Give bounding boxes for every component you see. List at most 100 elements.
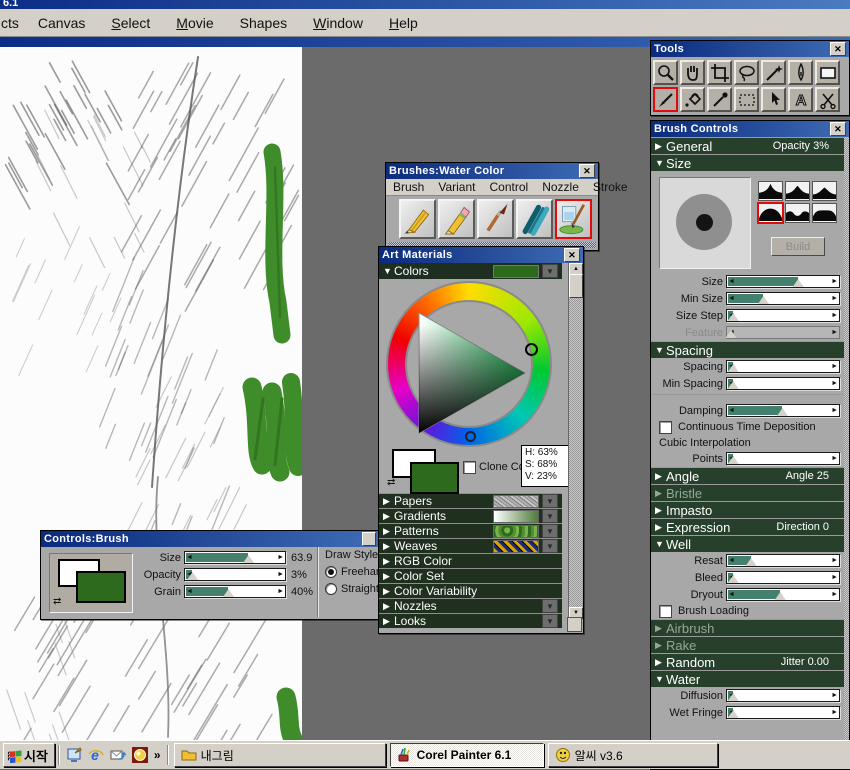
slider-track[interactable]: ◄►	[726, 377, 840, 390]
art-materials-scrollbar[interactable]: ▲ ▼	[568, 263, 582, 619]
slider-track[interactable]: ◄►	[726, 275, 840, 288]
menu-item-shapes[interactable]: Shapes	[227, 15, 300, 31]
crop-tool[interactable]	[707, 60, 732, 85]
swap-colors-icon[interactable]: ⇄	[387, 477, 395, 488]
slider-right-arrow-icon[interactable]: ►	[831, 378, 838, 389]
slider-left-arrow-icon[interactable]: ◄	[728, 276, 735, 287]
scissors-tool[interactable]	[815, 87, 840, 112]
slider-track[interactable]: ◄►	[726, 326, 840, 339]
section-random[interactable]: ▶RandomJitter 0.00	[651, 653, 849, 670]
section-rake[interactable]: ▶Rake	[651, 636, 849, 653]
slider-track[interactable]: ◄►	[726, 588, 840, 601]
section-bristle[interactable]: ▶Bristle	[651, 484, 849, 501]
rect-shape-tool[interactable]	[815, 60, 840, 85]
section-angle[interactable]: ▶AngleAngle 25	[651, 467, 849, 484]
slider-right-arrow-icon[interactable]: ►	[831, 555, 838, 566]
rect-select-tool[interactable]	[734, 87, 759, 112]
radio-button[interactable]	[325, 566, 337, 578]
section-general[interactable]: ▶GeneralOpacity 3%	[651, 137, 849, 154]
close-icon[interactable]: ✕	[830, 122, 846, 136]
checkbox-brush-loading[interactable]: Brush Loading	[651, 603, 849, 619]
radio-button[interactable]	[325, 583, 337, 595]
slider-right-arrow-icon[interactable]: ►	[277, 569, 284, 580]
taskbar-button-2[interactable]: Corel Painter 6.1	[390, 743, 544, 767]
section-weaves[interactable]: ▶Weaves▼	[379, 538, 562, 553]
grabber-tool[interactable]	[680, 60, 705, 85]
brush-controls-titlebar[interactable]: Brush Controls ✕	[651, 121, 849, 137]
slider-left-arrow-icon[interactable]: ◄	[728, 293, 735, 304]
tip-profile-dome[interactable]	[758, 203, 783, 223]
hue-marker[interactable]	[525, 343, 538, 356]
slider-track[interactable]: ◄►	[726, 571, 840, 584]
swap-colors-icon[interactable]: ⇄	[53, 596, 61, 607]
shape-select-tool[interactable]	[761, 87, 786, 112]
sv-marker[interactable]	[465, 431, 476, 442]
section-spacing[interactable]: ▼Spacing	[651, 341, 849, 358]
chevron-down-icon[interactable]: ▼	[542, 494, 558, 508]
brush-controls-scrollbar[interactable]	[844, 137, 849, 769]
menu-item-window[interactable]: Window	[300, 15, 376, 31]
slider-track[interactable]: ◄►	[726, 404, 840, 417]
chevron-more-icon[interactable]: »	[154, 748, 161, 762]
controls-brush-titlebar[interactable]: Controls:Brush	[41, 531, 379, 547]
dropper-tool[interactable]	[707, 87, 732, 112]
sv-triangle[interactable]	[413, 309, 531, 437]
tip-profile-flat-top[interactable]	[812, 203, 837, 223]
brush-tool[interactable]	[653, 87, 678, 112]
quill-pen-tool[interactable]	[788, 60, 813, 85]
slider-right-arrow-icon[interactable]: ►	[831, 589, 838, 600]
slider-left-arrow-icon[interactable]: ◄	[186, 586, 193, 597]
close-icon[interactable]: ✕	[579, 164, 595, 178]
brushes-menu-control[interactable]: Control	[483, 180, 536, 194]
tip-profile-peak-medium[interactable]	[785, 181, 810, 201]
menu-item-help[interactable]: Help	[376, 15, 431, 31]
tip-profile-peak-narrow[interactable]	[758, 181, 783, 201]
checkbox-continuous-time-deposition[interactable]: Continuous Time Deposition	[651, 419, 849, 435]
slider-track[interactable]: ◄►	[726, 360, 840, 373]
slider-right-arrow-icon[interactable]: ►	[831, 361, 838, 372]
pen-tool[interactable]	[761, 60, 786, 85]
slider-right-arrow-icon[interactable]: ►	[831, 293, 838, 304]
slider-track[interactable]: ◄►	[726, 292, 840, 305]
slider-right-arrow-icon[interactable]: ►	[831, 690, 838, 701]
slider-right-arrow-icon[interactable]: ►	[277, 552, 284, 563]
slider-track[interactable]: ◄►	[184, 551, 286, 564]
palette-options-icon[interactable]	[362, 532, 376, 546]
chevron-down-icon[interactable]: ▼	[542, 264, 558, 278]
build-button[interactable]: Build	[771, 237, 825, 256]
chevron-down-icon[interactable]: ▼	[542, 614, 558, 628]
slider-left-arrow-icon[interactable]: ◄	[186, 552, 193, 563]
tools-palette-titlebar[interactable]: Tools ✕	[651, 41, 849, 57]
slider-track[interactable]: ◄►	[184, 585, 286, 598]
menu-item-select[interactable]: Select	[98, 15, 163, 31]
section-colors[interactable]: ▼ Colors ▼	[379, 263, 562, 279]
lasso-tool[interactable]	[734, 60, 759, 85]
section-color-set[interactable]: ▶Color Set	[379, 568, 562, 583]
alsee-ball-icon[interactable]	[130, 745, 150, 765]
menu-item-cts[interactable]: cts	[0, 15, 25, 31]
slider-right-arrow-icon[interactable]: ►	[831, 327, 838, 338]
menu-item-canvas[interactable]: Canvas	[25, 15, 98, 31]
start-button[interactable]: 시작	[3, 743, 55, 767]
section-looks[interactable]: ▶Looks▼	[379, 613, 562, 628]
menu-item-movie[interactable]: Movie	[163, 15, 226, 31]
clone-color-checkbox[interactable]	[463, 461, 476, 474]
brush-variant-brush[interactable]	[477, 199, 514, 239]
section-size[interactable]: ▼Size	[651, 154, 849, 171]
slider-left-arrow-icon[interactable]: ◄	[728, 555, 735, 566]
section-impasto[interactable]: ▶Impasto	[651, 501, 849, 518]
internet-explorer-icon[interactable]: e	[86, 745, 106, 765]
slider-right-arrow-icon[interactable]: ►	[831, 405, 838, 416]
brush-variant-eraser[interactable]	[438, 199, 475, 239]
document-canvas[interactable]	[0, 47, 302, 740]
brushes-menu-nozzle[interactable]: Nozzle	[535, 180, 586, 194]
section-rgb-color[interactable]: ▶RGB Color	[379, 553, 562, 568]
slider-track[interactable]: ◄►	[726, 689, 840, 702]
slider-right-arrow-icon[interactable]: ►	[831, 572, 838, 583]
slider-right-arrow-icon[interactable]: ►	[831, 310, 838, 321]
slider-right-arrow-icon[interactable]: ►	[831, 453, 838, 464]
outlook-express-icon[interactable]	[108, 745, 128, 765]
slider-right-arrow-icon[interactable]: ►	[831, 707, 838, 718]
section-expression[interactable]: ▶ExpressionDirection 0	[651, 518, 849, 535]
paint-bucket-tool[interactable]	[680, 87, 705, 112]
